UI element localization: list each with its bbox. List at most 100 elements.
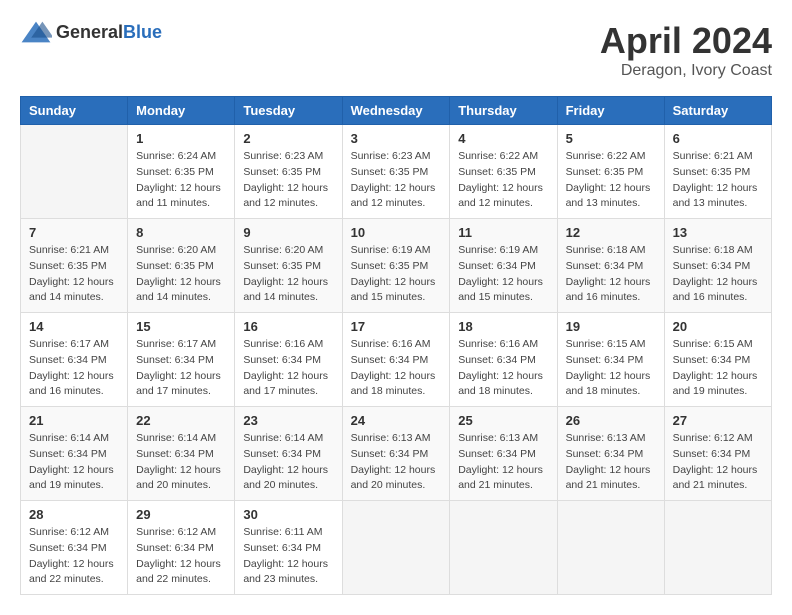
sunset-info: Sunset: 6:35 PM: [566, 165, 656, 181]
daylight-info-2: and 12 minutes.: [243, 196, 333, 212]
sunrise-info: Sunrise: 6:18 AM: [673, 243, 763, 259]
day-info: Sunrise: 6:18 AMSunset: 6:34 PMDaylight:…: [566, 243, 656, 306]
daylight-info-1: Daylight: 12 hours: [29, 275, 119, 291]
daylight-info-1: Daylight: 12 hours: [136, 557, 226, 573]
daylight-info-1: Daylight: 12 hours: [351, 463, 442, 479]
header-tuesday: Tuesday: [235, 97, 342, 125]
day-number: 24: [351, 413, 442, 428]
sunset-info: Sunset: 6:34 PM: [29, 447, 119, 463]
sunrise-info: Sunrise: 6:12 AM: [673, 431, 763, 447]
daylight-info-2: and 23 minutes.: [243, 572, 333, 588]
sunrise-info: Sunrise: 6:12 AM: [136, 525, 226, 541]
daylight-info-2: and 21 minutes.: [566, 478, 656, 494]
day-info: Sunrise: 6:24 AMSunset: 6:35 PMDaylight:…: [136, 149, 226, 212]
day-number: 5: [566, 131, 656, 146]
daylight-info-1: Daylight: 12 hours: [29, 369, 119, 385]
sunset-info: Sunset: 6:34 PM: [566, 353, 656, 369]
calendar-cell: 4Sunrise: 6:22 AMSunset: 6:35 PMDaylight…: [450, 125, 557, 219]
day-info: Sunrise: 6:16 AMSunset: 6:34 PMDaylight:…: [243, 337, 333, 400]
day-number: 20: [673, 319, 763, 334]
calendar-cell: 22Sunrise: 6:14 AMSunset: 6:34 PMDayligh…: [128, 407, 235, 501]
day-info: Sunrise: 6:21 AMSunset: 6:35 PMDaylight:…: [29, 243, 119, 306]
daylight-info-1: Daylight: 12 hours: [351, 181, 442, 197]
day-info: Sunrise: 6:23 AMSunset: 6:35 PMDaylight:…: [351, 149, 442, 212]
sunset-info: Sunset: 6:34 PM: [673, 259, 763, 275]
calendar-cell: 18Sunrise: 6:16 AMSunset: 6:34 PMDayligh…: [450, 313, 557, 407]
calendar-week-row: 21Sunrise: 6:14 AMSunset: 6:34 PMDayligh…: [21, 407, 772, 501]
day-number: 8: [136, 225, 226, 240]
day-info: Sunrise: 6:14 AMSunset: 6:34 PMDaylight:…: [243, 431, 333, 494]
day-number: 7: [29, 225, 119, 240]
daylight-info-2: and 12 minutes.: [458, 196, 548, 212]
day-info: Sunrise: 6:22 AMSunset: 6:35 PMDaylight:…: [458, 149, 548, 212]
day-info: Sunrise: 6:15 AMSunset: 6:34 PMDaylight:…: [566, 337, 656, 400]
day-info: Sunrise: 6:18 AMSunset: 6:34 PMDaylight:…: [673, 243, 763, 306]
sunrise-info: Sunrise: 6:14 AM: [29, 431, 119, 447]
daylight-info-2: and 20 minutes.: [351, 478, 442, 494]
daylight-info-1: Daylight: 12 hours: [458, 369, 548, 385]
daylight-info-2: and 22 minutes.: [136, 572, 226, 588]
calendar-cell: [557, 501, 664, 595]
daylight-info-1: Daylight: 12 hours: [243, 463, 333, 479]
day-info: Sunrise: 6:22 AMSunset: 6:35 PMDaylight:…: [566, 149, 656, 212]
calendar-cell: 25Sunrise: 6:13 AMSunset: 6:34 PMDayligh…: [450, 407, 557, 501]
daylight-info-1: Daylight: 12 hours: [29, 557, 119, 573]
calendar-cell: 6Sunrise: 6:21 AMSunset: 6:35 PMDaylight…: [664, 125, 771, 219]
calendar-cell: [21, 125, 128, 219]
calendar-week-row: 28Sunrise: 6:12 AMSunset: 6:34 PMDayligh…: [21, 501, 772, 595]
sunset-info: Sunset: 6:35 PM: [351, 259, 442, 275]
sunrise-info: Sunrise: 6:13 AM: [458, 431, 548, 447]
daylight-info-2: and 19 minutes.: [29, 478, 119, 494]
sunrise-info: Sunrise: 6:24 AM: [136, 149, 226, 165]
sunrise-info: Sunrise: 6:13 AM: [351, 431, 442, 447]
calendar-cell: [342, 501, 450, 595]
day-number: 30: [243, 507, 333, 522]
daylight-info-1: Daylight: 12 hours: [458, 181, 548, 197]
day-number: 29: [136, 507, 226, 522]
day-info: Sunrise: 6:14 AMSunset: 6:34 PMDaylight:…: [29, 431, 119, 494]
sunset-info: Sunset: 6:34 PM: [29, 353, 119, 369]
sunset-info: Sunset: 6:35 PM: [351, 165, 442, 181]
daylight-info-1: Daylight: 12 hours: [243, 557, 333, 573]
day-info: Sunrise: 6:14 AMSunset: 6:34 PMDaylight:…: [136, 431, 226, 494]
daylight-info-1: Daylight: 12 hours: [243, 181, 333, 197]
sunset-info: Sunset: 6:34 PM: [673, 353, 763, 369]
daylight-info-1: Daylight: 12 hours: [458, 463, 548, 479]
day-info: Sunrise: 6:19 AMSunset: 6:34 PMDaylight:…: [458, 243, 548, 306]
day-number: 6: [673, 131, 763, 146]
daylight-info-2: and 14 minutes.: [243, 290, 333, 306]
calendar-cell: 8 Sunrise: 6:20 AMSunset: 6:35 PMDaylight…: [128, 219, 235, 313]
logo-icon: [20, 20, 52, 44]
header-friday: Friday: [557, 97, 664, 125]
daylight-info-2: and 18 minutes.: [566, 384, 656, 400]
daylight-info-2: and 21 minutes.: [458, 478, 548, 494]
sunrise-info: Sunrise: 6:23 AM: [243, 149, 333, 165]
day-number: 10: [351, 225, 442, 240]
sunrise-info: Sunrise: 6:16 AM: [243, 337, 333, 353]
calendar-cell: 29 Sunrise: 6:12 AMSunset: 6:34 PMDayligh…: [128, 501, 235, 595]
sunset-info: Sunset: 6:34 PM: [136, 541, 226, 557]
daylight-info-2: and 18 minutes.: [458, 384, 548, 400]
calendar-cell: 30Sunrise: 6:11 AMSunset: 6:34 PMDayligh…: [235, 501, 342, 595]
sunset-info: Sunset: 6:35 PM: [458, 165, 548, 181]
day-number: 14: [29, 319, 119, 334]
sunrise-info: Sunrise: 6:23 AM: [351, 149, 442, 165]
sunset-info: Sunset: 6:34 PM: [566, 447, 656, 463]
daylight-info-2: and 17 minutes.: [243, 384, 333, 400]
calendar-cell: 14 Sunrise: 6:17 AMSunset: 6:34 PMDayligh…: [21, 313, 128, 407]
calendar-cell: 20Sunrise: 6:15 AMSunset: 6:34 PMDayligh…: [664, 313, 771, 407]
calendar-cell: 19Sunrise: 6:15 AMSunset: 6:34 PMDayligh…: [557, 313, 664, 407]
calendar-cell: 24Sunrise: 6:13 AMSunset: 6:34 PMDayligh…: [342, 407, 450, 501]
daylight-info-1: Daylight: 12 hours: [136, 275, 226, 291]
sunrise-info: Sunrise: 6:17 AM: [29, 337, 119, 353]
sunset-info: Sunset: 6:34 PM: [351, 353, 442, 369]
day-number: 27: [673, 413, 763, 428]
sunrise-info: Sunrise: 6:19 AM: [458, 243, 548, 259]
day-number: 13: [673, 225, 763, 240]
day-info: Sunrise: 6:17 AMSunset: 6:34 PMDaylight:…: [136, 337, 226, 400]
day-info: Sunrise: 6:20 AMSunset: 6:35 PMDaylight:…: [136, 243, 226, 306]
day-number: 12: [566, 225, 656, 240]
daylight-info-2: and 14 minutes.: [29, 290, 119, 306]
sunrise-info: Sunrise: 6:21 AM: [29, 243, 119, 259]
daylight-info-1: Daylight: 12 hours: [136, 369, 226, 385]
